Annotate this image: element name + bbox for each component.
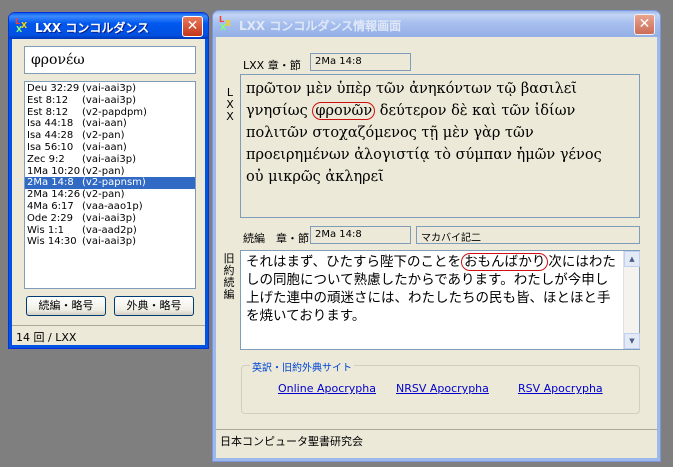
continuation-abbrev-button[interactable]: 続編・略号 [26,296,106,316]
lxx-ref-field: 2Ma 14:8 [310,53,411,71]
verse-ref: Isa 44:28 [27,130,74,142]
verse-ref: 2Ma 14:26 [27,189,81,201]
verse-ref: Wis 1:1 [27,224,64,236]
concordance-titlebar[interactable]: LXX LXX コンコルダンス ✕ [9,13,208,39]
verse-ref: Isa 56:10 [27,141,74,153]
online-apocrypha-link[interactable]: Online Apocrypha [278,382,376,395]
rsv-apocrypha-link[interactable]: RSV Apocrypha [518,382,603,395]
verse-list-item[interactable]: Deu 32:29 (vai-aai3p) [25,83,195,95]
greek-line: γνησίως φρονῶν δεύτερον δὲ καὶ τῶν ἰδίων [246,102,576,120]
verse-parse: (v2-papdpm) [82,106,147,118]
verse-parse: (vai-aai3p) [82,83,136,94]
verse-parse: (v2-pan) [82,189,125,201]
apocrypha-abbrev-button[interactable]: 外典・略号 [114,296,194,316]
lxx-ref-label: LXX 章・節 [243,59,301,72]
verse-list-item[interactable]: 4Ma 6:17 (vaa-aao1p) [25,201,195,213]
verse-ref: 4Ma 6:17 [27,200,74,212]
highlighted-japanese-word: おもんばかり [461,253,549,271]
greek-line: οὐ μικρῶς ἀκληρεῖ [246,169,384,185]
verse-ref: Zec 9:2 [27,153,65,165]
old-testament-continuation-side-label: 旧 約 続 編 [223,252,235,301]
verse-parse: (v2-papnsm) [82,177,146,189]
lxx-app-icon: LXX [15,17,28,34]
verse-parse: (vaa-aao1p) [82,200,143,212]
verse-list-item[interactable]: Isa 44:28 (v2-pan) [25,130,195,142]
verse-parse: (vai-aai3p) [82,153,136,165]
hit-count-text: 14 回 / LXX [16,331,77,344]
verse-list-item[interactable]: 2Ma 14:26 (v2-pan) [25,189,195,201]
greek-line: προειρημένων ἀλογιστίᾳ τὸ σύμπαν ἡμῶν γέ… [246,147,602,163]
continuation-ref-label: 続編 章・節 [243,232,309,245]
verse-parse: (vai-aai3p) [82,94,136,106]
concordance-window: LXX LXX コンコルダンス ✕ φρονέω Deu 32:29 (vai-a… [8,12,209,349]
verse-list-item[interactable]: Wis 14:30 (vai-aai3p) [25,236,195,248]
verse-list-item[interactable]: Isa 44:18 (vai-aan) [25,118,195,130]
close-icon[interactable]: ✕ [634,14,655,35]
book-name-field: マカバイ記二 [416,226,640,244]
nrsv-apocrypha-link[interactable]: NRSV Apocrypha [396,382,489,395]
verse-parse: (v2-pan) [82,165,125,177]
scroll-down-icon[interactable]: ▼ [624,333,640,349]
highlighted-greek-word: φρονῶν [312,102,376,120]
verse-list-item[interactable]: Zec 9:2 (vai-aai3p) [25,154,195,166]
verse-list[interactable]: Deu 32:29 (vai-aai3p) Est 8:12 (vai-aai3p) E… [24,81,196,289]
concordance-status-bar: 14 回 / LXX [12,325,205,345]
verse-parse: (v2-pan) [82,130,125,142]
continuation-ref-field: 2Ma 14:8 [310,226,411,244]
info-window-title: LXX コンコルダンス情報画面 [239,19,402,33]
verse-ref: Est 8:12 [27,94,69,106]
close-icon[interactable]: ✕ [182,16,203,37]
verse-list-item[interactable]: Ode 2:29 (vai-aai3p) [25,213,195,225]
verse-list-item[interactable]: Wis 1:1 (va-aad2p) [25,225,195,237]
verse-ref: Deu 32:29 [27,83,80,94]
info-titlebar[interactable]: LXX LXX コンコルダンス情報画面 ✕ [213,11,660,37]
concordance-window-title: LXX コンコルダンス [35,21,150,35]
verse-ref: Isa 44:18 [27,118,74,130]
lxx-app-icon: LXX [219,15,232,32]
info-window: LXX LXX コンコルダンス情報画面 ✕ LXX 章・節 2Ma 14:8 L… [212,10,661,462]
verse-list-item[interactable]: 1Ma 10:20 (v2-pan) [25,166,195,178]
apocrypha-links-group: 英訳・旧約外典サイト Online Apocrypha NRSV Apocryp… [241,359,640,414]
verse-ref: 2Ma 14:8 [27,177,74,189]
verse-parse: (vai-aai3p) [82,236,136,248]
verse-parse: (vai-aai3p) [82,212,136,224]
verse-list-item[interactable]: Est 8:12 (v2-papdpm) [25,107,195,119]
publisher-text: 日本コンピュータ聖書研究会 [220,435,363,448]
verse-parse: (va-aad2p) [82,224,137,236]
verse-list-item[interactable]: Est 8:12 (vai-aai3p) [25,95,195,107]
japanese-text-area[interactable]: それはまず、ひたすら陛下のことを おもんばかり 次にはわたしの同胞について熟慮したか… [240,250,640,350]
info-status-bar: 日本コンピュータ聖書研究会 [216,429,657,451]
scroll-up-icon[interactable]: ▲ [624,251,640,267]
greek-line: πολιτῶν στοχαζόμενος τῇ μὲν γὰρ τῶν [246,125,534,141]
japanese-text-scrollbar[interactable]: ▲ ▼ [623,251,640,349]
greek-line: πρῶτον μὲν ὑπὲρ τῶν ἀνηκόντων τῷ βασιλεῖ [246,81,577,97]
verse-parse: (vai-aan) [82,141,127,153]
links-group-title: 英訳・旧約外典サイト [250,359,354,374]
verse-ref: Ode 2:29 [27,212,74,224]
verse-ref: 1Ma 10:20 [27,165,81,177]
greek-text-area[interactable]: πρῶτον μὲν ὑπὲρ τῶν ἀνηκόντων τῷ βασιλεῖ… [240,74,640,218]
lxx-side-label: L X X [226,86,234,123]
verse-parse: (vai-aan) [82,118,127,130]
verse-ref: Wis 14:30 [27,236,77,248]
verse-ref: Est 8:12 [27,106,69,118]
verse-list-item[interactable]: 2Ma 14:8 (v2-papnsm) [25,177,195,190]
search-input[interactable]: φρονέω [24,46,196,74]
verse-list-item[interactable]: Isa 56:10 (vai-aan) [25,142,195,154]
